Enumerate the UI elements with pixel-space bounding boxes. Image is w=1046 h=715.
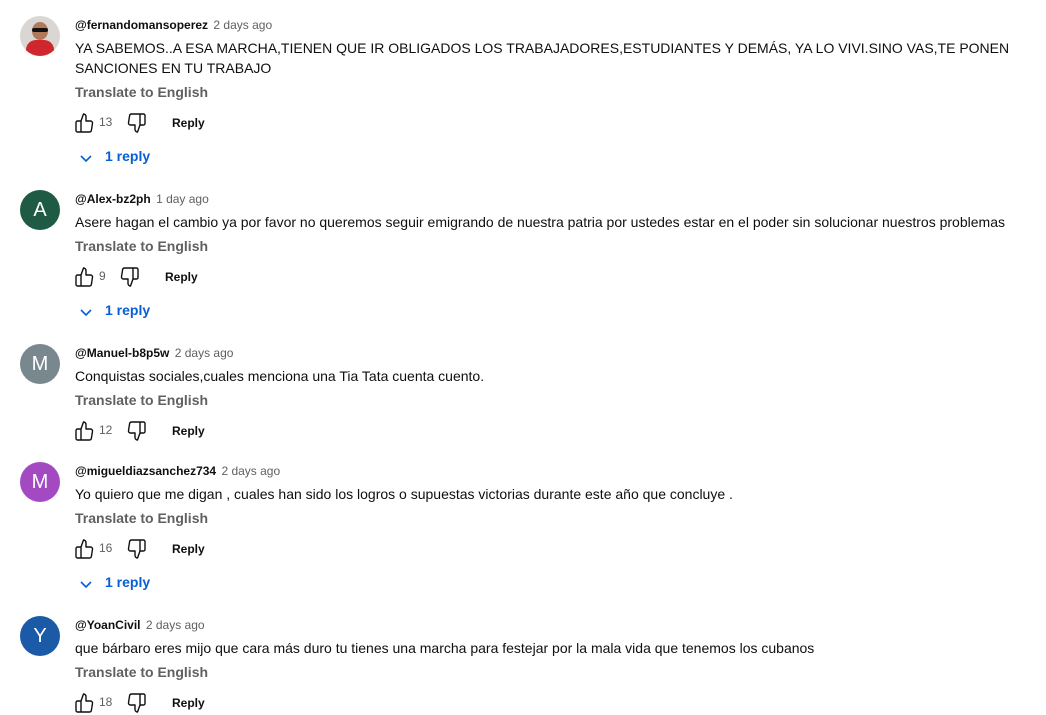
comment-text: que bárbaro eres mijo que cara más duro … <box>75 640 815 656</box>
chevron-down-icon <box>80 155 92 163</box>
comment-author[interactable]: @migueldiazsanchez734 <box>75 464 216 478</box>
comment-time[interactable]: 2 days ago <box>213 18 272 32</box>
like-count: 12 <box>99 423 113 437</box>
thumb-down-icon[interactable] <box>125 111 149 135</box>
thumb-down-icon[interactable] <box>125 419 149 443</box>
like-count: 18 <box>99 695 113 709</box>
comment-text: Conquistas sociales,cuales menciona una … <box>75 368 485 384</box>
comment-header: @migueldiazsanchez734 2 days ago <box>75 464 280 478</box>
reply-button[interactable]: Reply <box>172 542 205 556</box>
comment-time[interactable]: 1 day ago <box>156 192 209 206</box>
avatar[interactable] <box>20 16 60 56</box>
replies-count: 1 reply <box>105 148 151 164</box>
reply-button[interactable]: Reply <box>172 424 205 438</box>
comment-header: @Manuel-b8p5w 2 days ago <box>75 346 233 360</box>
translate-button[interactable]: Translate to English <box>75 664 208 680</box>
comment-text: Asere hagan el cambio ya por favor no qu… <box>75 214 1005 230</box>
avatar[interactable]: Y <box>20 616 60 656</box>
comment-header: @YoanCivil 2 days ago <box>75 618 205 632</box>
thumb-down-icon[interactable] <box>118 265 142 289</box>
translate-button[interactable]: Translate to English <box>75 392 208 408</box>
comment-author[interactable]: @Alex-bz2ph <box>75 192 151 206</box>
like-count: 16 <box>99 541 113 555</box>
avatar[interactable]: A <box>20 190 60 230</box>
comment-time[interactable]: 2 days ago <box>175 346 234 360</box>
avatar[interactable]: M <box>20 344 60 384</box>
comment-time[interactable]: 2 days ago <box>146 618 205 632</box>
comment-author[interactable]: @fernandomansoperez <box>75 18 208 32</box>
translate-button[interactable]: Translate to English <box>75 238 208 254</box>
comment-header: @fernandomansoperez 2 days ago <box>75 18 272 32</box>
reply-button[interactable]: Reply <box>172 696 205 710</box>
thumb-up-icon[interactable] <box>72 111 96 135</box>
thumb-up-icon[interactable] <box>72 691 96 715</box>
comment-author[interactable]: @Manuel-b8p5w <box>75 346 169 360</box>
thumb-down-icon[interactable] <box>125 537 149 561</box>
translate-button[interactable]: Translate to English <box>75 84 208 100</box>
like-count: 13 <box>99 115 113 129</box>
chevron-down-icon <box>80 309 92 317</box>
chevron-down-icon <box>80 581 92 589</box>
avatar[interactable]: M <box>20 462 60 502</box>
comment-author[interactable]: @YoanCivil <box>75 618 141 632</box>
reply-button[interactable]: Reply <box>172 116 205 130</box>
reply-button[interactable]: Reply <box>165 270 198 284</box>
replies-count: 1 reply <box>105 574 151 590</box>
like-count: 9 <box>99 269 106 283</box>
translate-button[interactable]: Translate to English <box>75 510 208 526</box>
comment-header: @Alex-bz2ph 1 day ago <box>75 192 209 206</box>
comment-text: Yo quiero que me digan , cuales han sido… <box>75 486 733 502</box>
thumb-up-icon[interactable] <box>72 419 96 443</box>
thumb-up-icon[interactable] <box>72 537 96 561</box>
thumb-up-icon[interactable] <box>72 265 96 289</box>
comment-time[interactable]: 2 days ago <box>221 464 280 478</box>
comment-text: YA SABEMOS..A ESA MARCHA,TIENEN QUE IR O… <box>75 40 1010 76</box>
thumb-down-icon[interactable] <box>125 691 149 715</box>
replies-count: 1 reply <box>105 302 151 318</box>
